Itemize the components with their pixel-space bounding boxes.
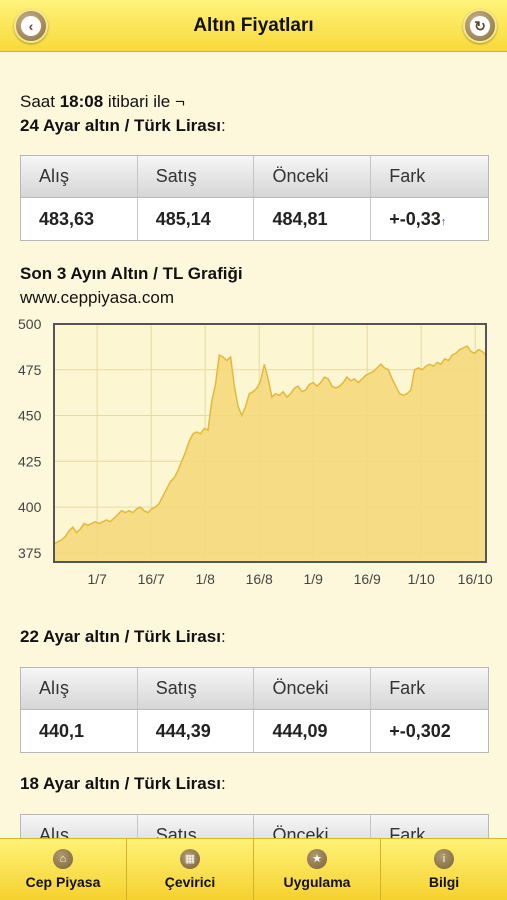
y-tick-label: 400 bbox=[18, 499, 42, 515]
column-alis: Alış bbox=[21, 815, 138, 838]
value-alis: 440,1 bbox=[21, 710, 138, 752]
chart-title: Son 3 Ayın Altın / TL Grafiği bbox=[20, 264, 243, 283]
tab-uygulama[interactable]: ★ Uygulama bbox=[254, 839, 381, 900]
x-tick-label: 16/9 bbox=[354, 571, 381, 587]
gold-price-chart: 500 475 450 425 400 375 1/7 16/7 1/8 16/8 1/9 16/9 1… bbox=[14, 314, 494, 654]
section-18k-colon: : bbox=[220, 774, 226, 793]
section-22k-heading: 22 Ayar altın / Türk Lirası: bbox=[20, 627, 226, 647]
grid-icon: ▦ bbox=[180, 849, 200, 869]
x-tick-label: 16/10 bbox=[458, 571, 493, 587]
tab-cevirici[interactable]: ▦ Çevirici bbox=[127, 839, 254, 900]
home-icon: ⌂ bbox=[53, 849, 73, 869]
refresh-icon: ↻ bbox=[470, 16, 490, 36]
column-satis: Satış bbox=[137, 668, 255, 710]
section-24k-heading: 24 Ayar altın / Türk Lirası: bbox=[20, 116, 226, 136]
tab-label: Bilgi bbox=[428, 874, 460, 890]
info-icon: i bbox=[434, 849, 454, 869]
section-18k-heading: 18 Ayar altın / Türk Lirası: bbox=[20, 774, 226, 794]
y-tick-label: 475 bbox=[18, 362, 42, 378]
column-fark: Fark bbox=[371, 668, 488, 710]
app-header: ‹ Altın Fiyatları ↻ bbox=[0, 0, 507, 52]
x-tick-label: 16/8 bbox=[246, 571, 273, 587]
x-tick-label: 1/7 bbox=[87, 571, 107, 587]
y-tick-label: 500 bbox=[18, 316, 42, 332]
price-table-24k: Alış Satış Önceki Fark 483,63 485,14 484… bbox=[20, 155, 489, 241]
y-tick-label: 425 bbox=[18, 453, 42, 469]
time-suffix: itibari ile ¬ bbox=[103, 92, 185, 111]
tab-label: Uygulama bbox=[283, 874, 351, 890]
column-alis: Alış bbox=[21, 156, 138, 198]
column-onceki: Önceki bbox=[254, 815, 372, 838]
column-onceki: Önceki bbox=[254, 156, 372, 198]
time-prefix: Saat bbox=[20, 92, 60, 111]
value-fark: +-0,33 bbox=[389, 208, 441, 229]
x-tick-label: 1/10 bbox=[408, 571, 435, 587]
tab-label: Çevirici bbox=[164, 874, 216, 890]
value-fark: +-0,302 bbox=[371, 710, 488, 752]
column-fark: Fark bbox=[371, 815, 488, 838]
section-18k-title: 18 Ayar altın / Türk Lirası bbox=[20, 774, 221, 793]
x-tick-label: 16/7 bbox=[138, 571, 165, 587]
column-alis: Alış bbox=[21, 668, 138, 710]
value-satis: 444,39 bbox=[137, 710, 255, 752]
value-onceki: 484,81 bbox=[254, 198, 372, 240]
column-fark: Fark bbox=[371, 156, 488, 198]
column-satis: Satış bbox=[137, 156, 255, 198]
price-table-22k: Alış Satış Önceki Fark 440,1 444,39 444,… bbox=[20, 667, 489, 753]
column-onceki: Önceki bbox=[254, 668, 372, 710]
content-area[interactable]: Saat 18:08 itibari ile ¬ 24 Ayar altın /… bbox=[0, 52, 507, 838]
y-tick-label: 375 bbox=[18, 545, 42, 561]
x-tick-label: 1/8 bbox=[195, 571, 215, 587]
back-arrow-icon: ‹ bbox=[21, 16, 41, 36]
section-22k-colon: : bbox=[220, 627, 226, 646]
chart-source: www.ceppiyasa.com bbox=[20, 288, 175, 307]
refresh-button[interactable]: ↻ bbox=[463, 9, 497, 43]
section-22k-title: 22 Ayar altın / Türk Lirası bbox=[20, 627, 221, 646]
update-time: 18:08 bbox=[59, 92, 104, 111]
value-onceki: 444,09 bbox=[254, 710, 372, 752]
value-satis: 485,14 bbox=[137, 198, 255, 240]
value-fark-cell: +-0,33↑ bbox=[371, 198, 488, 240]
price-table-18k: Alış Satış Önceki Fark bbox=[20, 814, 489, 838]
tab-bilgi[interactable]: i Bilgi bbox=[381, 839, 507, 900]
tab-cep-piyasa[interactable]: ⌂ Cep Piyasa bbox=[0, 839, 127, 900]
value-alis: 483,63 bbox=[21, 198, 138, 240]
column-satis: Satış bbox=[137, 815, 255, 838]
back-button[interactable]: ‹ bbox=[14, 9, 48, 43]
y-tick-label: 450 bbox=[18, 408, 42, 424]
tab-label: Cep Piyasa bbox=[25, 874, 101, 890]
up-arrow-icon: ↑ bbox=[440, 215, 447, 228]
star-icon: ★ bbox=[307, 849, 327, 869]
page-title: Altın Fiyatları bbox=[193, 14, 314, 36]
tab-bar: ⌂ Cep Piyasa ▦ Çevirici ★ Uygulama i Bil… bbox=[0, 838, 507, 900]
section-24k-colon: : bbox=[220, 116, 226, 135]
x-tick-label: 1/9 bbox=[303, 571, 323, 587]
update-time-line: Saat 18:08 itibari ile ¬ bbox=[20, 92, 185, 112]
chart-svg: 500 475 450 425 400 375 1/7 16/7 1/8 16/8 1/9 16/9 1… bbox=[18, 316, 493, 587]
section-24k-title: 24 Ayar altın / Türk Lirası bbox=[20, 116, 221, 135]
